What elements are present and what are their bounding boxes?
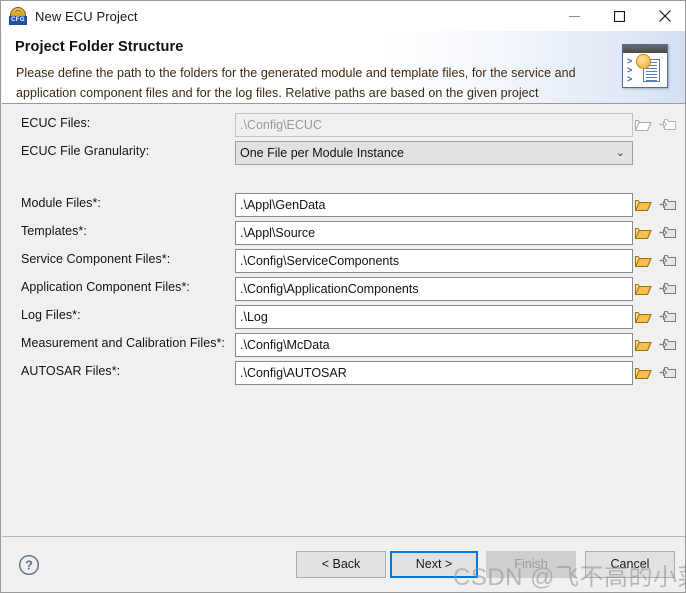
row-actions (634, 251, 681, 271)
combo-selected-value: One File per Module Instance (240, 146, 404, 160)
close-icon[interactable] (642, 1, 685, 31)
button-bar: ? < Back Next > Finish Cancel (2, 536, 685, 592)
title-bar: CFG New ECU Project (1, 1, 685, 31)
import-folder-icon (659, 117, 676, 132)
field-label: Service Component Files*: (21, 252, 171, 266)
form-row: Templates*: .\Appl\Source (2, 221, 685, 245)
cancel-button[interactable]: Cancel (585, 551, 675, 578)
field-label: Log Files*: (21, 308, 81, 322)
open-folder-icon (634, 117, 652, 132)
finish-button: Finish (486, 551, 576, 578)
row-actions (634, 335, 681, 355)
path-input: .\Config\ECUC (235, 113, 633, 137)
row-actions (634, 223, 681, 243)
form-row: Measurement and Calibration Files*: .\Con… (2, 333, 685, 357)
page-description: Please define the path to the folders fo… (16, 66, 576, 100)
import-folder-icon[interactable] (659, 309, 676, 324)
new-ecu-project-dialog: CFG New ECU Project Project Folder Struc… (0, 0, 686, 593)
ecuc-granularity-combo[interactable]: One File per Module Instance ⌄ (235, 141, 633, 165)
field-label: ECUC Files: (21, 116, 91, 130)
window-controls (552, 1, 685, 31)
row-actions (634, 363, 681, 383)
window-title: New ECU Project (35, 8, 138, 24)
open-folder-icon[interactable] (634, 309, 652, 324)
open-folder-icon[interactable] (634, 281, 652, 296)
wizard-header: Project Folder Structure Please define t… (2, 31, 685, 104)
path-input[interactable]: .\Config\ServiceComponents (235, 249, 633, 273)
path-input[interactable]: .\Appl\Source (235, 221, 633, 245)
wizard-banner-icon: > > > (622, 44, 668, 88)
import-folder-icon[interactable] (659, 337, 676, 352)
path-input[interactable]: .\Appl\GenData (235, 193, 633, 217)
field-label: Measurement and Calibration Files*: (21, 336, 225, 350)
row-actions (634, 115, 681, 135)
page-title: Project Folder Structure (15, 39, 184, 55)
minimize-icon[interactable] (552, 1, 597, 31)
next-button[interactable]: Next > (390, 551, 478, 578)
row-actions (634, 307, 681, 327)
back-button[interactable]: < Back (296, 551, 386, 578)
form-row: Module Files*: .\Appl\GenData (2, 193, 685, 217)
help-question-icon[interactable]: ? (18, 554, 40, 576)
field-label: ECUC File Granularity: (21, 144, 150, 158)
open-folder-icon[interactable] (634, 365, 652, 380)
field-label: Module Files*: (21, 196, 101, 210)
form-row: Application Component Files*: .\Config\Ap… (2, 277, 685, 301)
form-row: Log Files*: .\Log (2, 305, 685, 329)
field-label: Application Component Files*: (21, 280, 190, 294)
open-folder-icon[interactable] (634, 197, 652, 212)
path-input[interactable]: .\Log (235, 305, 633, 329)
open-folder-icon[interactable] (634, 253, 652, 268)
path-input[interactable]: .\Config\ApplicationComponents (235, 277, 633, 301)
path-input[interactable]: .\Config\McData (235, 333, 633, 357)
svg-text:?: ? (25, 559, 33, 573)
open-folder-icon[interactable] (634, 225, 652, 240)
open-folder-icon[interactable] (634, 337, 652, 352)
import-folder-icon[interactable] (659, 225, 676, 240)
import-folder-icon[interactable] (659, 365, 676, 380)
form-row: AUTOSAR Files*: .\Config\AUTOSAR (2, 361, 685, 385)
form-area: ECUC Files: .\Config\ECUC ECUC File Granul… (2, 104, 685, 536)
import-folder-icon[interactable] (659, 253, 676, 268)
form-row: ECUC File Granularity: One File per Modul… (2, 141, 685, 165)
import-folder-icon[interactable] (659, 281, 676, 296)
form-row: Service Component Files*: .\Config\Servic… (2, 249, 685, 273)
row-actions (634, 195, 681, 215)
row-actions (634, 279, 681, 299)
field-label: AUTOSAR Files*: (21, 364, 121, 378)
path-input[interactable]: .\Config\AUTOSAR (235, 361, 633, 385)
cfg-dome-icon: CFG (9, 7, 27, 25)
form-row: ECUC Files: .\Config\ECUC (2, 113, 685, 137)
maximize-icon[interactable] (597, 1, 642, 31)
import-folder-icon[interactable] (659, 197, 676, 212)
field-label: Templates*: (21, 224, 87, 238)
chevron-down-icon[interactable]: ⌄ (616, 142, 625, 164)
